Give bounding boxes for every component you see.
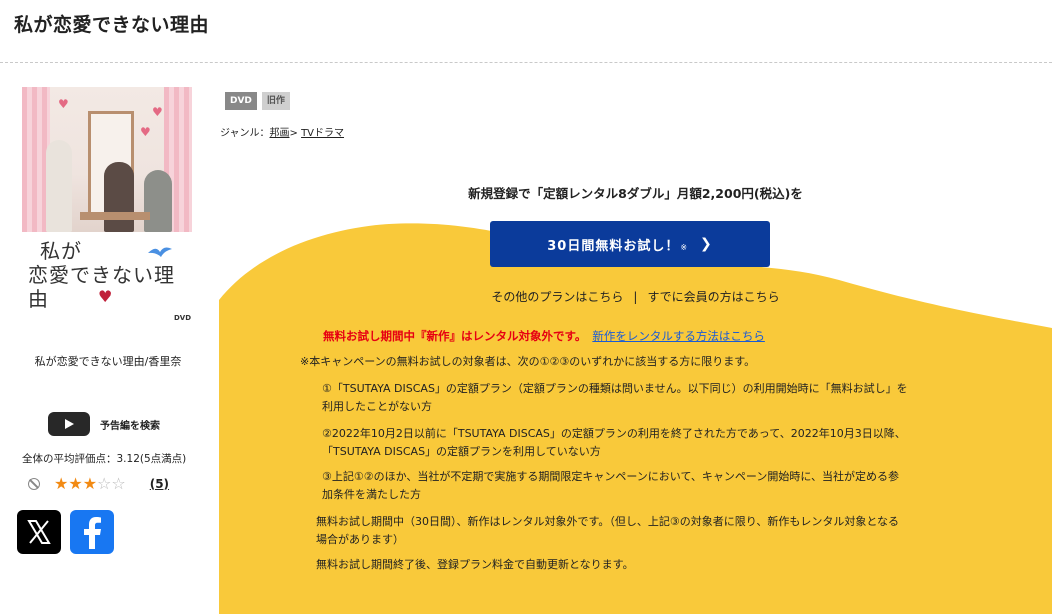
star-rating[interactable]: ★★★☆☆ [54,474,126,493]
star-icon: ★ [54,474,69,493]
condition-2: ②2022年10月2日以前に「TSUTAYA DISCAS」の定額プランの利用を… [322,427,906,458]
old-release-badge: 旧作 [261,92,290,110]
genre-link-houga[interactable]: 邦画 [270,128,290,139]
genre-link-tv-drama[interactable]: TVドラマ [301,128,344,139]
cover-photo: ♥ ♥ ♥ [22,87,192,232]
other-plans-link[interactable]: その他のプランはこちら [491,290,623,304]
new-release-rental-link[interactable]: 新作をレンタルする方法はこちら [592,329,765,343]
share-x-button[interactable] [17,510,61,554]
product-cover-image[interactable]: ♥ ♥ ♥ 私が 恋愛できない理由 ♥ DVD [22,87,192,323]
auto-renew-note: 無料お試し期間終了後、登録プラン料金で自動更新となります。 [316,558,634,571]
block-icon[interactable] [28,477,40,490]
star-icon: ☆ [111,474,126,493]
heart-icon: ♥ [98,287,113,306]
review-count-link[interactable]: (5) [150,477,169,491]
average-rating: 全体の平均評価点：3.12(5点満点) [22,453,187,465]
condition-3: ③上記①②のほか、当社が不定期で実施する期間限定キャンペーンにおいて、キャンペー… [322,470,900,501]
dvd-badge: DVD [225,92,257,110]
share-facebook-button[interactable] [70,510,114,554]
new-release-warning: 無料お試し期間中『新作』はレンタル対象外です。 新作をレンタルする方法はこちら [323,329,765,343]
campaign-note-intro: ※本キャンペーンの無料お試しの対象者は、次の①②③のいずれかに該当する方に限りま… [300,355,756,368]
product-name: 私が恋愛できない理由/香里奈 [34,355,182,368]
youtube-play-icon [48,412,90,436]
plan-links: その他のプランはこちら | すでに会員の方はこちら [491,290,780,304]
facebook-logo-icon [84,517,101,549]
header-divider [0,62,1052,63]
rating-row: ★★★☆☆ (5) [28,474,169,493]
format-badges: DVD 旧作 [225,92,290,110]
free-trial-button[interactable]: 30日間無料お試し！ ※ ❯ [490,221,770,267]
trailer-search-button[interactable]: 予告編を検索 [48,412,160,436]
trial-note: 無料お試し期間中（30日間）、新作はレンタル対象外です。（但し、上記③の対象者に… [316,515,899,546]
chevron-right-icon: ❯ [700,236,713,252]
campaign-headline: 新規登録で「定額レンタル8ダブル」月額2,200円(税込)を [468,186,803,201]
genre-breadcrumb: ジャンル：邦画> TVドラマ [220,128,345,139]
page-title: 私が恋愛できない理由 [14,14,210,36]
x-logo-icon [27,520,51,544]
bird-icon [148,247,172,257]
star-icon: ☆ [97,474,112,493]
dvd-mark: DVD [174,314,192,322]
trailer-label: 予告編を検索 [100,420,160,432]
star-icon: ★ [82,474,98,493]
star-icon: ★ [68,474,83,493]
condition-1: ①「TSUTAYA DISCAS」の定額プラン（定額プランの種類は問いません。以… [322,382,908,413]
member-login-link[interactable]: すでに会員の方はこちら [647,290,779,304]
